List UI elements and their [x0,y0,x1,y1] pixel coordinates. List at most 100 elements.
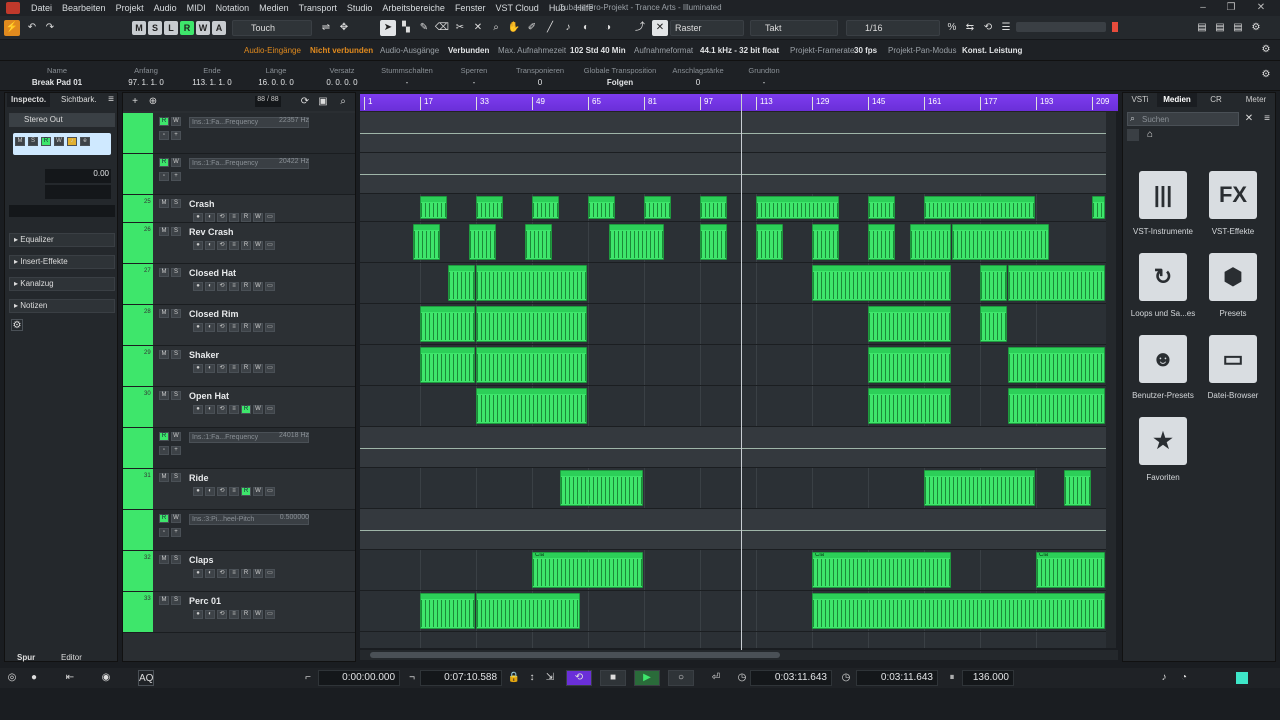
lanes-button[interactable]: ⟲ [217,610,227,619]
write-button[interactable]: W [253,569,263,578]
write-button[interactable]: W [253,405,263,414]
tab-media[interactable]: Medien [1157,93,1197,107]
back-icon[interactable] [1127,129,1139,141]
track-name[interactable]: Open Hat [189,391,229,401]
write-button[interactable]: W [171,117,181,126]
write-automation-button[interactable]: W [196,21,210,35]
add-automation-button[interactable]: + [171,131,181,140]
automation-lane[interactable] [360,153,1106,194]
read-button[interactable]: R [241,323,251,332]
read-button[interactable]: R [241,405,251,414]
close-icon[interactable]: ✕ [1254,1,1268,15]
audio-event[interactable] [812,224,839,260]
write-button[interactable]: W [253,487,263,496]
bar-marker[interactable]: 209 [1092,97,1109,110]
track-color-strip[interactable] [123,154,153,194]
automation-lane[interactable] [360,112,1106,153]
write-button[interactable]: W [253,364,263,373]
right-locator-field[interactable]: 0:07:10.588 [420,670,502,686]
audio-event[interactable] [924,196,1035,219]
audio-event[interactable] [1008,265,1105,301]
monitor-button[interactable]: ◐ [205,569,215,578]
solo-button[interactable]: S [171,555,181,564]
infobar-settings-icon[interactable]: ⚙ [1258,42,1274,58]
object-selection-tool-icon[interactable]: ➤ [380,20,396,36]
audio-in-label[interactable]: Audio-Eingänge [244,46,301,55]
bar-marker[interactable]: 49 [532,97,545,110]
tab-inspector[interactable]: Inspecto. [7,93,51,107]
track-header[interactable]: 27 M S Closed Hat ● ◐ ⟲ ≡ R W ▭ [123,264,355,305]
monitor-button[interactable]: ◐ [205,364,215,373]
aq-icon[interactable]: AQ [138,670,154,686]
track-name[interactable]: Closed Hat [189,268,236,278]
tab-control-room[interactable]: CR [1201,93,1231,107]
menu-fenster[interactable]: Fenster [450,0,491,16]
secondary-time-field[interactable]: 0:03:11.643 [856,670,938,686]
event-transpose-field[interactable]: Transponieren 0 [510,61,570,87]
track-folder-button[interactable]: ▭ [265,569,275,578]
event-root-key-field[interactable]: Grundton - [736,61,792,87]
edit-button[interactable]: ≡ [229,282,239,291]
edit-button[interactable]: ≡ [229,569,239,578]
rec-format-value[interactable]: 44.1 kHz - 32 bit float [700,46,779,55]
menu-medien[interactable]: Medien [254,0,294,16]
write-button[interactable]: W [253,213,263,222]
lanes-button[interactable]: ⟲ [217,282,227,291]
snap-icon[interactable]: ⤴ [632,20,648,36]
track-color-strip[interactable] [123,113,153,153]
section-insert-effects[interactable]: ▸ Insert-Effekte [9,255,115,269]
write-button[interactable]: W [171,432,181,441]
audio-event[interactable] [532,196,559,219]
write-button[interactable]: W [253,323,263,332]
transport-settings-icon[interactable]: ◎ [4,670,20,686]
nudge-icon[interactable]: ↕ [524,670,540,686]
audio-in-value[interactable]: Nicht verbunden [310,46,373,55]
hand-tool-icon[interactable]: ✋ [506,20,522,36]
auto-scroll-icon[interactable]: ◑ [600,20,616,36]
secondary-time-icon[interactable]: ◷ [838,670,854,686]
add-automation-button[interactable]: + [171,172,181,181]
track-header[interactable]: 31 M S Ride ● ◐ ⟲ ≡ R W ▭ [123,469,355,510]
solo-button[interactable]: S [171,227,181,236]
framerate-label[interactable]: Projekt-Framerate [790,46,854,55]
bar-marker[interactable]: 129 [812,97,829,110]
track-folder-button[interactable]: ▭ [265,487,275,496]
record-enable-button[interactable]: ● [193,364,203,373]
audio-event[interactable] [476,196,503,219]
track-folder-button[interactable]: ▭ [265,364,275,373]
menu-arbeitsbereiche[interactable]: Arbeitsbereiche [377,0,450,16]
max-rec-value[interactable]: 102 Std 40 Min [570,46,626,55]
audio-event[interactable] [420,347,475,383]
mute-button[interactable]: M [159,309,169,318]
horizontal-scroll-thumb[interactable] [370,652,780,658]
track-lane[interactable] [360,304,1106,345]
right-locator-icon[interactable]: ¬ [404,670,420,686]
automation-curve[interactable] [360,173,1106,175]
track-search-icon[interactable]: ⌕ [335,94,351,110]
audio-event[interactable] [868,224,895,260]
automation-curve[interactable] [360,132,1106,134]
audio-event[interactable] [1092,196,1105,219]
vertical-scrollbar[interactable] [1106,112,1116,648]
apply-quantize-icon[interactable]: ⟲ [980,20,996,36]
layout-lower-zone-icon[interactable]: ▤ [1212,20,1228,36]
read-button[interactable]: R [241,610,251,619]
media-search-input[interactable]: ⌕ Suchen [1127,112,1239,126]
bar-marker[interactable]: 145 [868,97,885,110]
event-start-field[interactable]: Anfang 97. 1. 1. 0 [116,61,176,87]
minimize-icon[interactable]: – [1196,1,1210,15]
automation-value[interactable]: 20422 Hz [273,158,309,165]
automation-lane[interactable] [360,509,1106,550]
read-button[interactable]: R [241,213,251,222]
inspector-monitor-button[interactable]: ♪ [67,137,77,146]
audio-event[interactable] [525,224,552,260]
menu-datei[interactable]: Datei [26,0,57,16]
record-enable-button[interactable]: ● [193,569,203,578]
solo-button[interactable]: S [171,350,181,359]
framerate-value[interactable]: 30 fps [854,46,877,55]
mute-button[interactable]: M [159,227,169,236]
infoline-settings-icon[interactable]: ⚙ [1258,67,1274,83]
audio-event[interactable] [476,265,587,301]
bar-marker[interactable]: 97 [700,97,713,110]
read-button[interactable]: R [159,432,169,441]
